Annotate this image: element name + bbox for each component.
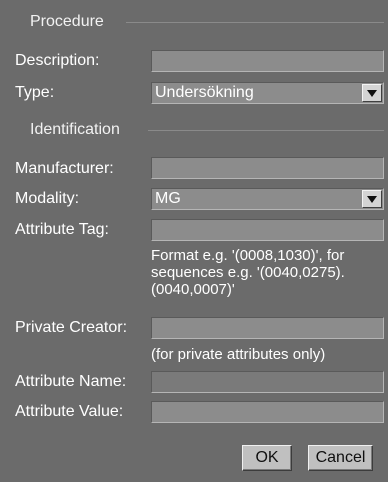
description-input[interactable] — [151, 50, 384, 72]
modality-label: Modality: — [15, 190, 80, 207]
chevron-down-icon — [367, 90, 377, 97]
private-creator-label: Private Creator: — [15, 319, 128, 336]
identification-divider — [148, 130, 384, 131]
modality-dropdown-value: MG — [155, 190, 181, 207]
type-dropdown-value: Undersökning — [155, 84, 254, 101]
modality-dropdown-button[interactable] — [362, 190, 382, 208]
attribute-tag-label: Attribute Tag: — [15, 221, 109, 238]
type-dropdown-button[interactable] — [362, 84, 382, 102]
procedure-legend: Procedure — [30, 13, 104, 30]
modality-dropdown[interactable]: MG — [151, 188, 384, 210]
attribute-value-label: Attribute Value: — [15, 403, 124, 420]
attribute-name-label: Attribute Name: — [15, 373, 127, 390]
identification-legend: Identification — [30, 121, 120, 138]
manufacturer-input[interactable] — [151, 157, 384, 179]
chevron-down-icon — [367, 196, 377, 203]
private-creator-hint: (for private attributes only) — [151, 346, 326, 363]
attribute-value-input[interactable] — [151, 401, 384, 423]
attribute-tag-input[interactable] — [151, 219, 384, 241]
attribute-tag-hint: Format e.g. '(0008,1030)', for sequences… — [151, 247, 345, 298]
private-creator-input[interactable] — [151, 317, 384, 339]
cancel-button[interactable]: Cancel — [308, 445, 373, 471]
procedure-divider — [126, 22, 384, 23]
manufacturer-label: Manufacturer: — [15, 160, 114, 177]
attribute-name-input — [151, 371, 384, 393]
procedure-identification-dialog: Procedure Description: Type: Undersöknin… — [0, 0, 388, 482]
type-dropdown[interactable]: Undersökning — [151, 82, 384, 104]
type-label: Type: — [15, 84, 55, 101]
ok-button[interactable]: OK — [242, 445, 292, 471]
description-label: Description: — [15, 52, 100, 69]
